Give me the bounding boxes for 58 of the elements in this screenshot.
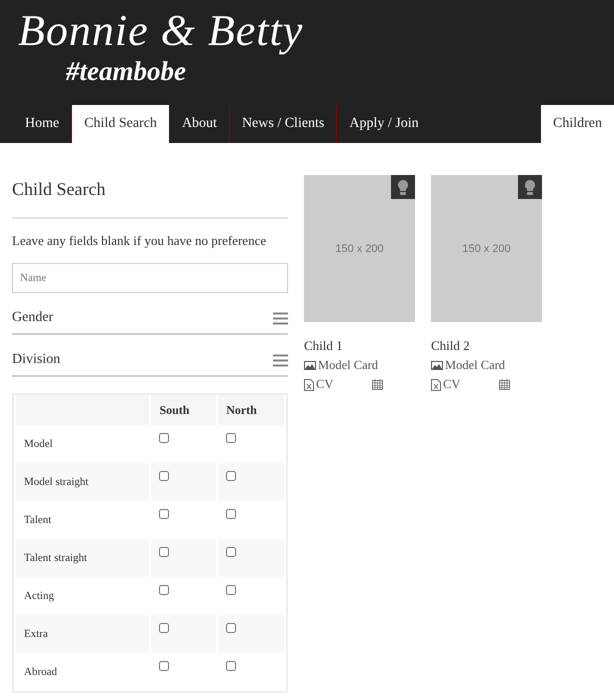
nav-tab[interactable]: News / Clients: [228, 105, 336, 143]
checkbox[interactable]: [159, 471, 170, 481]
row-label: Abroad: [24, 666, 57, 678]
filter-dropdown[interactable]: Division: [12, 335, 288, 377]
checkbox[interactable]: [159, 623, 170, 633]
calendar-icon[interactable]: [499, 379, 510, 390]
nav-tab[interactable]: Home: [12, 105, 72, 143]
row-label: Talent straight: [24, 552, 88, 564]
image-icon: [431, 361, 443, 370]
checkbox[interactable]: [226, 433, 236, 443]
menu-icon[interactable]: [273, 354, 288, 366]
logo-tagline: #teambobe: [66, 56, 186, 86]
checkbox[interactable]: [159, 509, 170, 519]
child-name[interactable]: Child 1: [304, 338, 415, 354]
checkbox[interactable]: [159, 661, 170, 671]
nav-tab[interactable]: About: [168, 105, 229, 143]
model-card-link[interactable]: Model Card: [445, 358, 506, 373]
checkbox[interactable]: [159, 547, 170, 557]
child-name[interactable]: Child 2: [431, 338, 542, 354]
hint-text: Leave any fields blank if you have no preference: [12, 233, 268, 249]
nav-tab[interactable]: Children: [541, 105, 614, 143]
placeholder-text: 150 x 200: [335, 242, 384, 254]
cv-link[interactable]: CV: [316, 377, 334, 392]
model-card-link[interactable]: Model Card: [318, 358, 378, 373]
filter-label: Gender: [12, 310, 54, 326]
row-label: Talent: [24, 514, 52, 526]
image-icon: [304, 361, 316, 370]
filter-label: Division: [12, 352, 60, 368]
page-title: Child Search: [12, 179, 106, 201]
row-label: Model: [24, 438, 53, 450]
checkbox[interactable]: [159, 585, 170, 595]
document-icon: [431, 378, 441, 390]
column-header: South: [159, 402, 190, 416]
row-label: Model straight: [24, 476, 88, 488]
checkbox[interactable]: [226, 509, 236, 519]
nav-tab[interactable]: Apply / Join: [336, 105, 431, 143]
logo-title[interactable]: Bonnie & Betty: [18, 6, 304, 56]
placeholder-text: 150 x 200: [462, 242, 511, 254]
checkbox[interactable]: [226, 547, 236, 557]
lightbulb-button[interactable]: [518, 175, 542, 199]
lightbulb-icon: [525, 180, 535, 194]
lightbulb-button[interactable]: [391, 175, 415, 199]
checkbox[interactable]: [159, 433, 170, 443]
document-icon: [304, 378, 314, 390]
cv-link[interactable]: CV: [443, 377, 460, 392]
row-label: Acting: [24, 590, 54, 602]
checkbox[interactable]: [226, 471, 236, 481]
nav-tab[interactable]: Child Search: [71, 105, 169, 143]
checkbox[interactable]: [226, 661, 236, 671]
row-label: Extra: [24, 628, 48, 640]
menu-icon[interactable]: [273, 312, 288, 324]
checkbox[interactable]: [226, 585, 236, 595]
calendar-icon[interactable]: [372, 379, 383, 390]
column-header: North: [226, 402, 257, 416]
name-field[interactable]: Name: [12, 263, 288, 293]
lightbulb-icon: [398, 180, 408, 194]
checkbox[interactable]: [226, 623, 236, 633]
filter-dropdown[interactable]: Gender: [12, 293, 288, 335]
